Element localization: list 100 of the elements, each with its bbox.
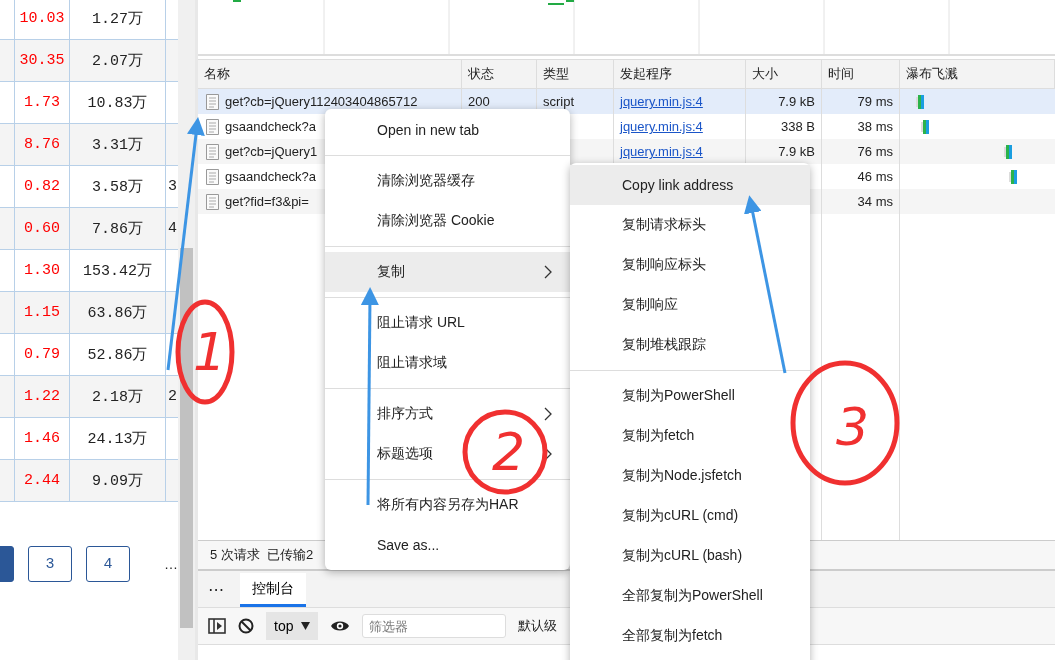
initiator-link[interactable]: jquery.min.js:4 bbox=[620, 94, 703, 109]
table-cell: 79 ms bbox=[857, 94, 893, 109]
initiator-link[interactable]: jquery.min.js:4 bbox=[620, 119, 703, 134]
column-header[interactable]: 发起程序 bbox=[620, 65, 672, 83]
log-levels-dropdown[interactable]: 默认级 bbox=[518, 617, 558, 635]
menu-item[interactable]: 复制堆栈跟踪 bbox=[570, 325, 810, 365]
volume: 7.86万 bbox=[92, 220, 143, 238]
price-change: 1.30 bbox=[24, 262, 60, 279]
menu-item[interactable]: 复制为cURL (bash) bbox=[570, 536, 810, 576]
document-icon bbox=[206, 118, 219, 135]
status-text: 5 次请求 已传输2 bbox=[210, 546, 314, 564]
page-button[interactable]: 3 bbox=[27, 546, 72, 582]
volume: 1.27万 bbox=[92, 10, 143, 28]
waterfall-bar bbox=[1009, 169, 1017, 184]
caret-icon bbox=[301, 622, 311, 630]
menu-item[interactable]: Save as... bbox=[377, 537, 440, 553]
volume: 24.13万 bbox=[87, 430, 148, 448]
volume: 2.18万 bbox=[92, 388, 143, 406]
drawer-tab[interactable]: 控制台 bbox=[240, 573, 306, 607]
table-cell: 7.9 kB bbox=[778, 144, 815, 159]
request-row[interactable]: get?cb=jQuery112403404865712 200 script jquery.min.js:4 7.9 kB 79 ms bbox=[198, 89, 1055, 114]
column-header[interactable]: 大小 bbox=[752, 65, 778, 83]
menu-item[interactable]: Copy link address bbox=[570, 165, 810, 205]
annotation-number: 1 bbox=[193, 322, 227, 382]
price-change: 1.22 bbox=[24, 388, 60, 405]
menu-item[interactable]: 复制为Node.jsfetch bbox=[570, 456, 810, 496]
price-change: 10.03 bbox=[19, 10, 65, 27]
volume: 3.31万 bbox=[92, 136, 143, 154]
waterfall-bar bbox=[916, 94, 924, 109]
table-cell: 76 ms bbox=[857, 144, 893, 159]
price-change: 2.44 bbox=[24, 472, 60, 489]
column-header[interactable]: 类型 bbox=[543, 65, 569, 83]
table-cell: script bbox=[543, 94, 575, 109]
request-name: gsaandcheck?a bbox=[225, 169, 317, 184]
volume: 3.58万 bbox=[92, 178, 143, 196]
document-icon bbox=[206, 168, 219, 185]
request-name: get?cb=jQuery1 bbox=[225, 144, 318, 159]
menu-item[interactable]: 排序方式 bbox=[377, 405, 433, 421]
price-change: 0.79 bbox=[24, 346, 60, 363]
menu-item[interactable]: 全部复制为fetch bbox=[570, 616, 810, 656]
initiator-link[interactable]: jquery.min.js:4 bbox=[620, 144, 703, 159]
document-icon bbox=[206, 143, 219, 160]
scrollbar[interactable] bbox=[178, 0, 195, 660]
menu-item[interactable]: 将所有内容另存为HAR bbox=[377, 496, 519, 512]
table-cell: 4 bbox=[168, 220, 177, 237]
request-name: get?cb=jQuery112403404865712 bbox=[225, 94, 418, 109]
waterfall-bar bbox=[921, 119, 929, 134]
document-icon bbox=[206, 93, 219, 110]
menu-item[interactable]: 清除浏览器 Cookie bbox=[377, 212, 495, 228]
menu-item[interactable]: 标题选项 bbox=[377, 445, 433, 461]
menu-item[interactable]: 复制请求标头 bbox=[570, 205, 810, 245]
table-cell: 200 bbox=[468, 94, 490, 109]
annotation-number: 2 bbox=[492, 422, 526, 482]
more-pages: … bbox=[164, 556, 178, 572]
price-change: 30.35 bbox=[19, 52, 65, 69]
filter-field[interactable]: 筛选器 bbox=[362, 614, 507, 638]
waterfall-bar bbox=[1004, 144, 1012, 159]
column-header[interactable]: 瀑布飞溅 bbox=[906, 65, 958, 83]
sidebar-icon[interactable] bbox=[208, 618, 226, 634]
volume: 10.83万 bbox=[87, 94, 148, 112]
price-change: 1.15 bbox=[24, 304, 60, 321]
volume: 63.86万 bbox=[87, 304, 148, 322]
menu-item[interactable]: 阻止请求 URL bbox=[377, 314, 465, 330]
column-header[interactable]: 时间 bbox=[828, 65, 854, 83]
request-name: get?fid=f3&pi= bbox=[225, 194, 309, 209]
menu-item[interactable]: 复制为PowerShell bbox=[570, 376, 810, 416]
context-dropdown[interactable]: top bbox=[266, 612, 319, 640]
price-change: 8.76 bbox=[24, 136, 60, 153]
table-cell: 38 ms bbox=[857, 119, 893, 134]
column-header[interactable]: 状态 bbox=[468, 65, 494, 83]
page-button[interactable]: 4 bbox=[85, 546, 130, 582]
price-change: 0.82 bbox=[24, 178, 60, 195]
request-name: gsaandcheck?a bbox=[225, 119, 317, 134]
menu-item[interactable]: 复制响应标头 bbox=[570, 245, 810, 285]
menu-item[interactable]: 阻止请求域 bbox=[377, 354, 447, 370]
annotation-number: 3 bbox=[836, 397, 870, 457]
menu-item[interactable]: Open in new tab bbox=[377, 122, 479, 138]
table-cell: 3 bbox=[168, 178, 177, 195]
clear-icon[interactable] bbox=[238, 618, 254, 634]
price-change: 1.46 bbox=[24, 430, 60, 447]
volume: 52.86万 bbox=[87, 346, 148, 364]
column-header[interactable]: 名称 bbox=[204, 65, 230, 83]
price-change: 0.60 bbox=[24, 220, 60, 237]
table-cell: 7.9 kB bbox=[778, 94, 815, 109]
menu-item[interactable]: 复制为cURL (cmd) bbox=[570, 496, 810, 536]
menu-item[interactable]: 复制 bbox=[325, 252, 570, 292]
table-cell: 34 ms bbox=[857, 194, 893, 209]
volume: 153.42万 bbox=[83, 262, 152, 280]
menu-item[interactable]: 复制为fetch bbox=[570, 416, 810, 456]
volume: 2.07万 bbox=[92, 52, 143, 70]
eye-icon[interactable] bbox=[330, 619, 351, 633]
more-tabs-button[interactable]: ⋯ bbox=[208, 579, 224, 599]
menu-item[interactable]: 复制响应 bbox=[570, 285, 810, 325]
menu-item[interactable]: 全部复制为PowerShell bbox=[570, 576, 810, 616]
document-icon bbox=[206, 193, 219, 210]
table-cell: 2 bbox=[168, 388, 177, 405]
table-cell: 46 ms bbox=[857, 169, 893, 184]
table-cell: 338 B bbox=[781, 119, 815, 134]
price-change: 1.73 bbox=[24, 94, 60, 111]
menu-item[interactable]: 清除浏览器缓存 bbox=[377, 172, 475, 188]
